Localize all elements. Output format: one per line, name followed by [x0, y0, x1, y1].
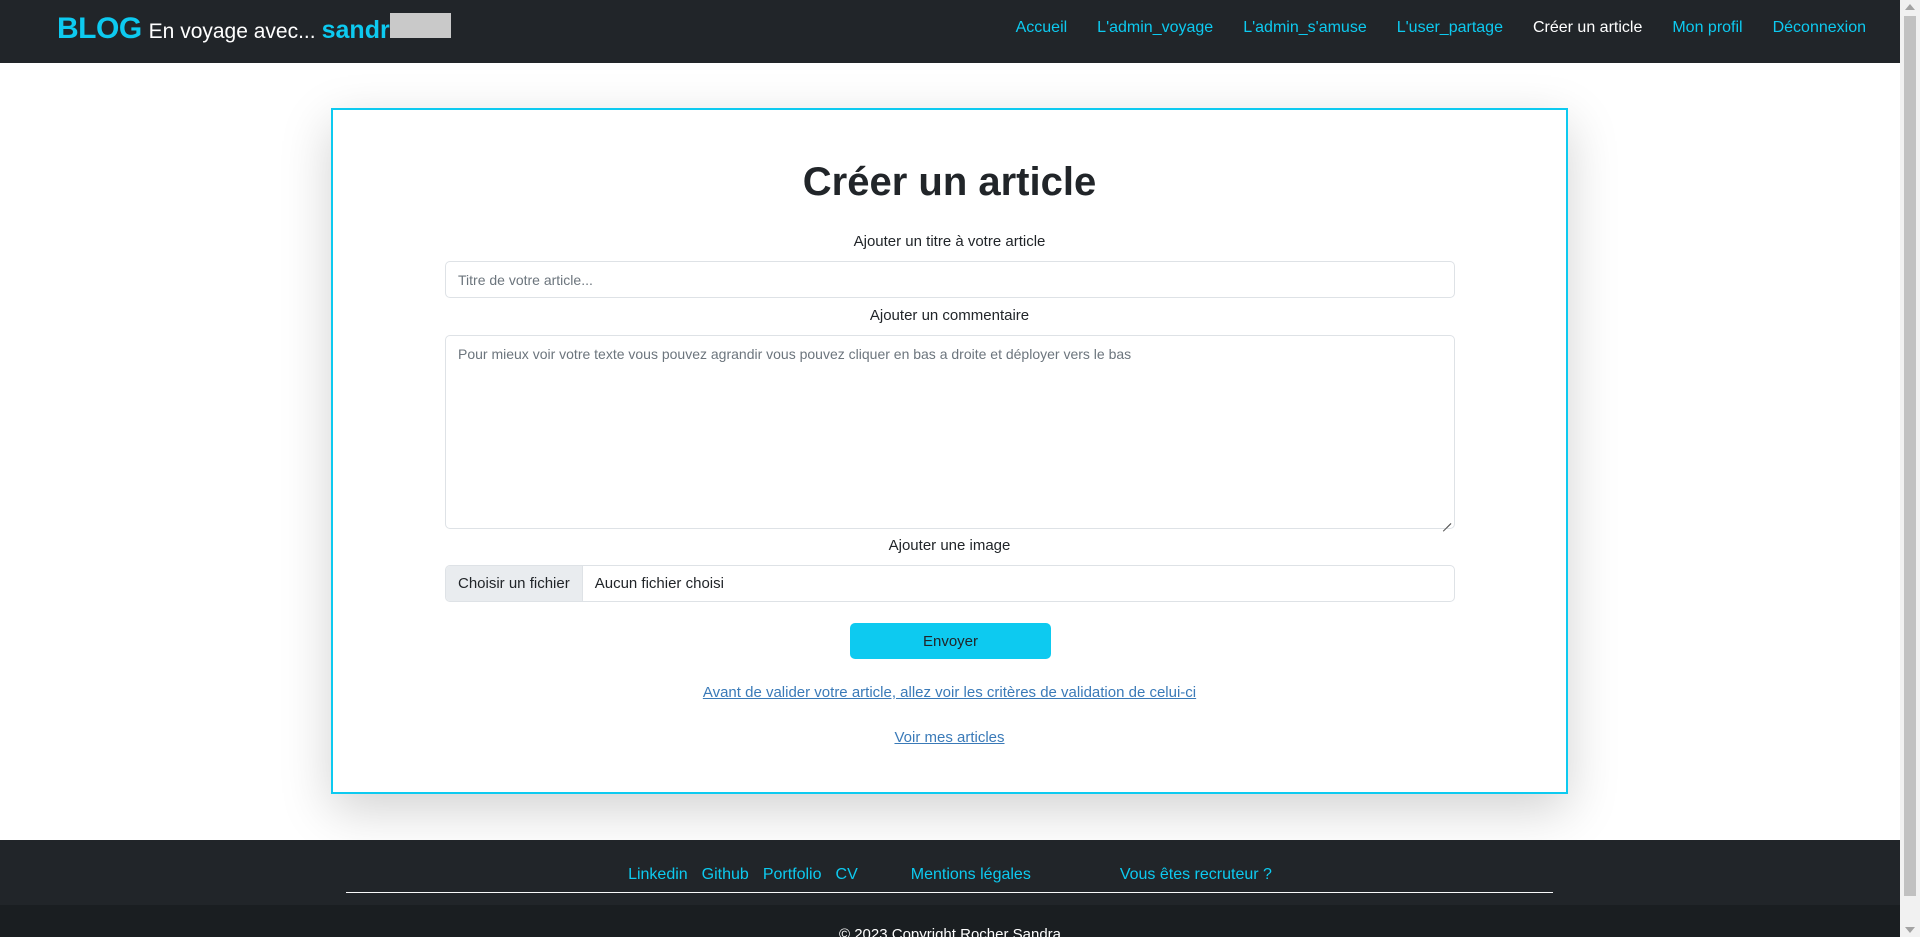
footer-links: Linkedin Github Portfolio CV Mentions lé…: [0, 866, 1900, 884]
scroll-up-arrow-icon[interactable]: [1905, 4, 1915, 10]
criteria-link-row: Avant de valider votre article, allez vo…: [333, 684, 1566, 701]
nav-link-admin-samuse[interactable]: L'admin_s'amuse: [1243, 19, 1367, 37]
nav-links: Accueil L'admin_voyage L'admin_s'amuse L…: [986, 19, 1866, 37]
copyright-text: © 2023 Copyright Rocher Sandra: [838, 926, 1061, 937]
top-navbar: BLOG En voyage avec... sandr Accueil L'a…: [0, 0, 1900, 63]
footer-link-recruteur[interactable]: Vous êtes recruteur ?: [1120, 866, 1272, 884]
create-article-card: Créer un article Ajouter un titre à votr…: [331, 108, 1568, 794]
submit-button[interactable]: Envoyer: [850, 623, 1051, 659]
nav-link-user-partage[interactable]: L'user_partage: [1397, 19, 1503, 37]
nav-link-creer-article[interactable]: Créer un article: [1533, 19, 1642, 37]
footer-link-portfolio[interactable]: Portfolio: [763, 866, 822, 884]
page-title: Créer un article: [802, 160, 1097, 204]
article-comment-textarea[interactable]: [445, 335, 1455, 529]
scrollbar-thumb[interactable]: [1904, 16, 1916, 896]
my-articles-link[interactable]: Voir mes articles: [894, 729, 1004, 746]
footer-divider: [346, 892, 1553, 893]
footer-link-cv[interactable]: CV: [836, 866, 858, 884]
brand-tagline: En voyage avec...: [148, 20, 316, 43]
article-title-input[interactable]: [445, 261, 1455, 298]
my-articles-link-row: Voir mes articles: [333, 729, 1566, 746]
title-field-label: Ajouter un titre à votre article: [853, 233, 1046, 250]
footer-link-linkedin[interactable]: Linkedin: [628, 866, 688, 884]
nav-link-deconnexion[interactable]: Déconnexion: [1773, 19, 1866, 37]
scroll-down-arrow-icon[interactable]: [1905, 927, 1915, 933]
redacted-username-mask: [389, 13, 451, 38]
image-field-label: Ajouter une image: [888, 537, 1011, 554]
page-footer: Linkedin Github Portfolio CV Mentions lé…: [0, 840, 1900, 937]
brand-logo[interactable]: BLOG En voyage avec... sandr: [57, 12, 451, 46]
validation-criteria-link[interactable]: Avant de valider votre article, allez vo…: [703, 684, 1196, 701]
brand-blog-text: BLOG: [57, 12, 142, 45]
brand-username: sandr: [321, 16, 390, 44]
page-scrollbar[interactable]: [1900, 0, 1920, 937]
image-file-input[interactable]: Choisir un fichier Aucun fichier choisi: [445, 565, 1455, 602]
file-status-text: Aucun fichier choisi: [594, 575, 724, 592]
resize-handle-icon[interactable]: [1441, 515, 1451, 525]
nav-link-mon-profil[interactable]: Mon profil: [1672, 19, 1742, 37]
comment-field-label: Ajouter un commentaire: [869, 307, 1030, 324]
nav-link-accueil[interactable]: Accueil: [1016, 19, 1068, 37]
footer-link-mentions-legales[interactable]: Mentions légales: [911, 866, 1031, 884]
choose-file-button[interactable]: Choisir un fichier: [446, 566, 583, 601]
footer-link-github[interactable]: Github: [702, 866, 749, 884]
nav-link-admin-voyage[interactable]: L'admin_voyage: [1097, 19, 1213, 37]
